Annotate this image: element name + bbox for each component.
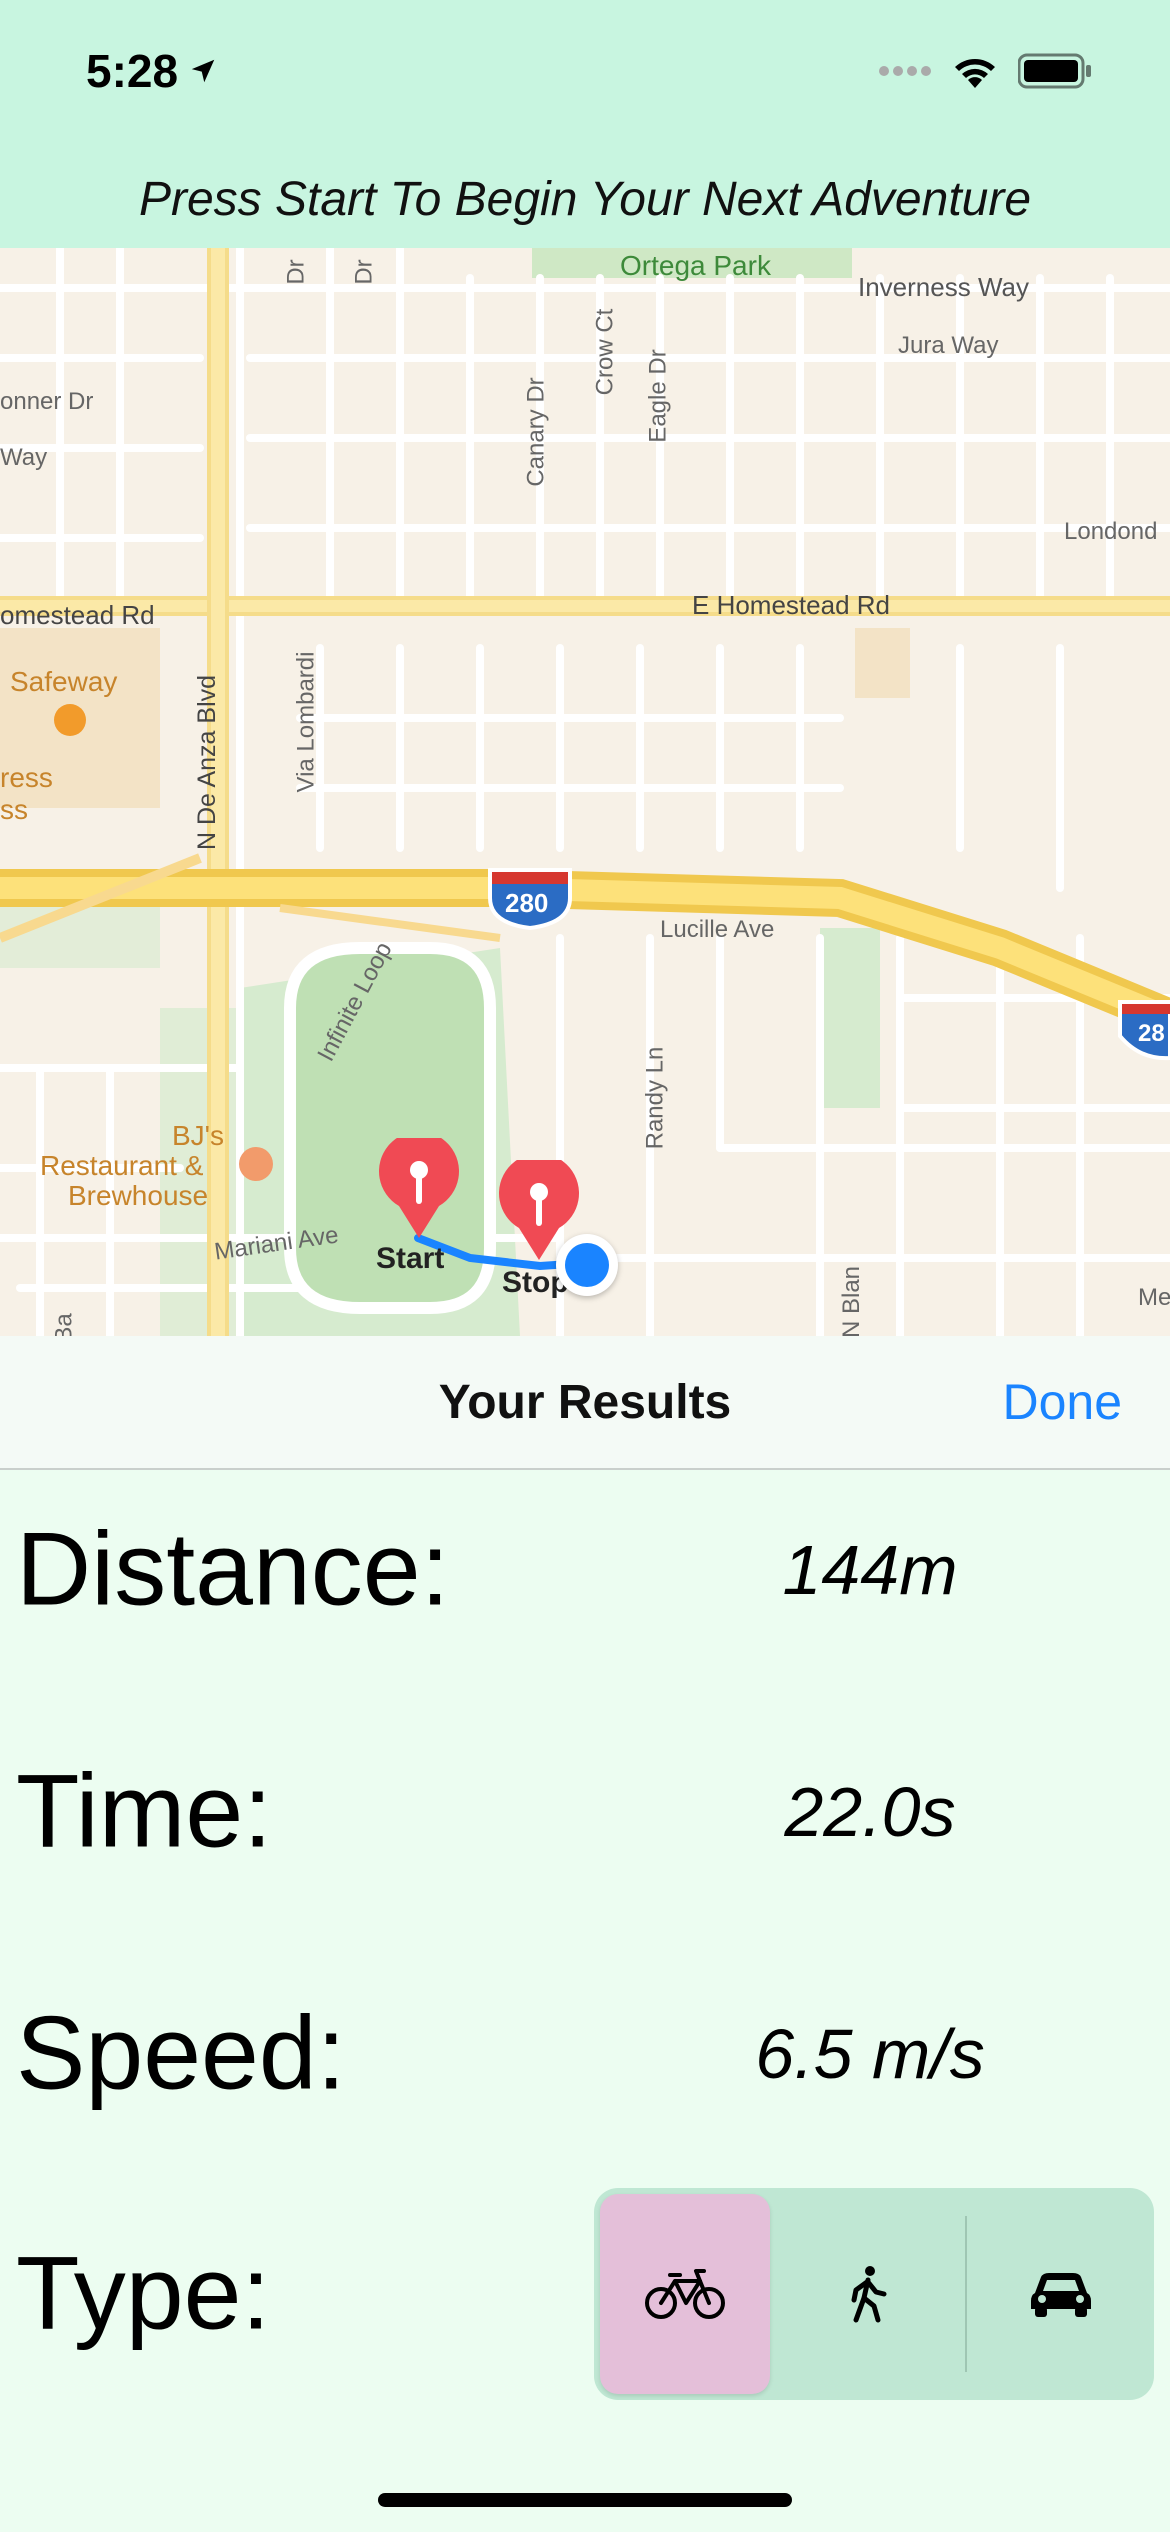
transport-type-selector — [594, 2188, 1154, 2400]
status-time-text: 5:28 — [86, 45, 179, 97]
map-label-ba: Ba — [50, 1313, 78, 1336]
map-label-via-lombardi: Via Lombardi — [292, 651, 320, 793]
map-label-i280-right: 28 — [1138, 1020, 1165, 1047]
map-label-inverness-way: Inverness Way — [858, 272, 1029, 302]
map-label-way: Way — [0, 444, 48, 471]
map-label-bjs-1: BJ's — [172, 1120, 225, 1151]
time-row: Time: 22.0s — [0, 1722, 1170, 1902]
time-label: Time: — [16, 1753, 273, 1870]
map-label-canary-dr: Canary Dr — [522, 377, 550, 487]
map-label-i280: 280 — [505, 888, 549, 918]
instruction-header: Press Start To Begin Your Next Adventure — [0, 150, 1170, 248]
map-label-ortega-park: Ortega Park — [620, 250, 771, 281]
map-label-dr2: Dr — [350, 259, 378, 285]
results-nav-bar: Your Results Done — [0, 1336, 1170, 1470]
battery-icon — [1018, 53, 1091, 89]
map-label-ss: ss — [0, 794, 28, 825]
type-label: Type: — [16, 2235, 271, 2352]
car-icon — [1031, 2273, 1091, 2317]
map-label-eagle-dr: Eagle Dr — [644, 349, 672, 443]
segment-bicycle[interactable] — [600, 2194, 770, 2394]
map-label-de-anza: N De Anza Blvd — [193, 674, 222, 851]
home-indicator — [378, 2493, 792, 2507]
time-value: 22.0s — [784, 1773, 956, 1851]
distance-value: 144m — [782, 1531, 958, 1609]
map-label-n-blan: N Blan — [838, 1265, 866, 1336]
walking-icon — [851, 2266, 887, 2323]
done-button[interactable]: Done — [1002, 1336, 1122, 1468]
map-label-londond: Londond — [1064, 518, 1158, 545]
start-pin-label: Start — [376, 1242, 445, 1275]
map-label-crow-ct: Crow Ct — [591, 308, 619, 396]
wifi-icon — [955, 59, 995, 88]
segment-car[interactable] — [968, 2188, 1154, 2400]
distance-label: Distance: — [16, 1511, 450, 1628]
map-label-homestead-right: E Homestead Rd — [692, 590, 890, 620]
map-label-onner-dr: onner Dr — [0, 388, 94, 415]
map-label-jura-way: Jura Way — [898, 332, 999, 359]
map-label-homestead-left: omestead Rd — [0, 600, 155, 630]
segment-divider — [965, 2216, 967, 2372]
segment-walking[interactable] — [780, 2188, 956, 2400]
map-label-me: Me — [1138, 1284, 1170, 1311]
map-label-bjs-3: Brewhouse — [68, 1180, 209, 1211]
speed-value: 6.5 m/s — [755, 2015, 985, 2093]
map-label-dr1: Dr — [282, 259, 310, 285]
speed-row: Speed: 6.5 m/s — [0, 1964, 1170, 2144]
map-pin-icon — [379, 1138, 459, 1238]
location-arrow-icon — [191, 59, 215, 83]
map-label-lucille-ave: Lucille Ave — [660, 916, 775, 943]
results-title: Your Results — [438, 1375, 732, 1429]
speed-label: Speed: — [16, 1995, 346, 2112]
user-location-dot — [556, 1234, 618, 1296]
map-label-randy-ln: Randy Ln — [641, 1046, 669, 1150]
distance-row: Distance: 144m — [0, 1480, 1170, 1660]
cellular-signal-icon — [879, 66, 931, 76]
map-label-ress: ress — [0, 762, 53, 793]
status-bar: 5:28 — [0, 0, 1170, 150]
status-time: 5:28 — [86, 44, 218, 98]
start-pin[interactable] — [374, 1138, 464, 1248]
map-view[interactable]: Ortega Park Inverness Way Jura Way Londo… — [0, 248, 1170, 1336]
map-label-safeway: Safeway — [10, 666, 118, 697]
bicycle-icon — [645, 2269, 725, 2319]
map-label-bjs-2: Restaurant & — [40, 1150, 204, 1181]
header-title: Press Start To Begin Your Next Adventure — [138, 172, 1032, 226]
